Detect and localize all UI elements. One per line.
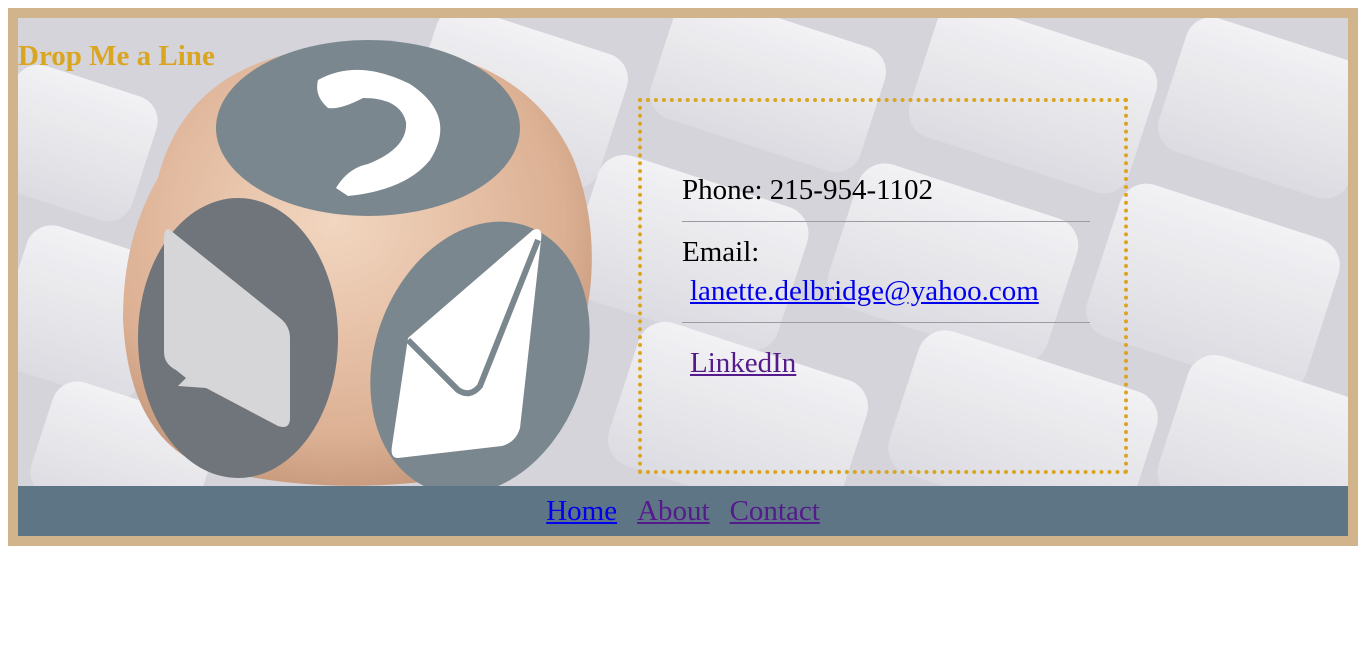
email-label: Email: — [682, 236, 760, 268]
nav-link-home[interactable]: Home — [546, 495, 617, 527]
page-title: Drop Me a Line — [18, 40, 215, 72]
linkedin-link[interactable]: LinkedIn — [690, 347, 796, 380]
nav-bar: Home About Contact — [18, 486, 1348, 536]
divider — [682, 221, 1090, 222]
hero-image: Drop Me a Line Phone: 215-954-1102 Email… — [18, 18, 1348, 486]
page-frame: Drop Me a Line Phone: 215-954-1102 Email… — [8, 8, 1358, 546]
contact-details: Phone: 215-954-1102 Email: lanette.delbr… — [682, 174, 1090, 380]
phone-text: Phone: 215-954-1102 — [682, 174, 934, 206]
nav-link-contact[interactable]: Contact — [730, 495, 820, 527]
nav-link-about[interactable]: About — [637, 495, 710, 527]
contact-card: Phone: 215-954-1102 Email: lanette.delbr… — [638, 98, 1128, 474]
divider — [682, 322, 1090, 323]
email-link[interactable]: lanette.delbridge@yahoo.com — [690, 275, 1039, 308]
